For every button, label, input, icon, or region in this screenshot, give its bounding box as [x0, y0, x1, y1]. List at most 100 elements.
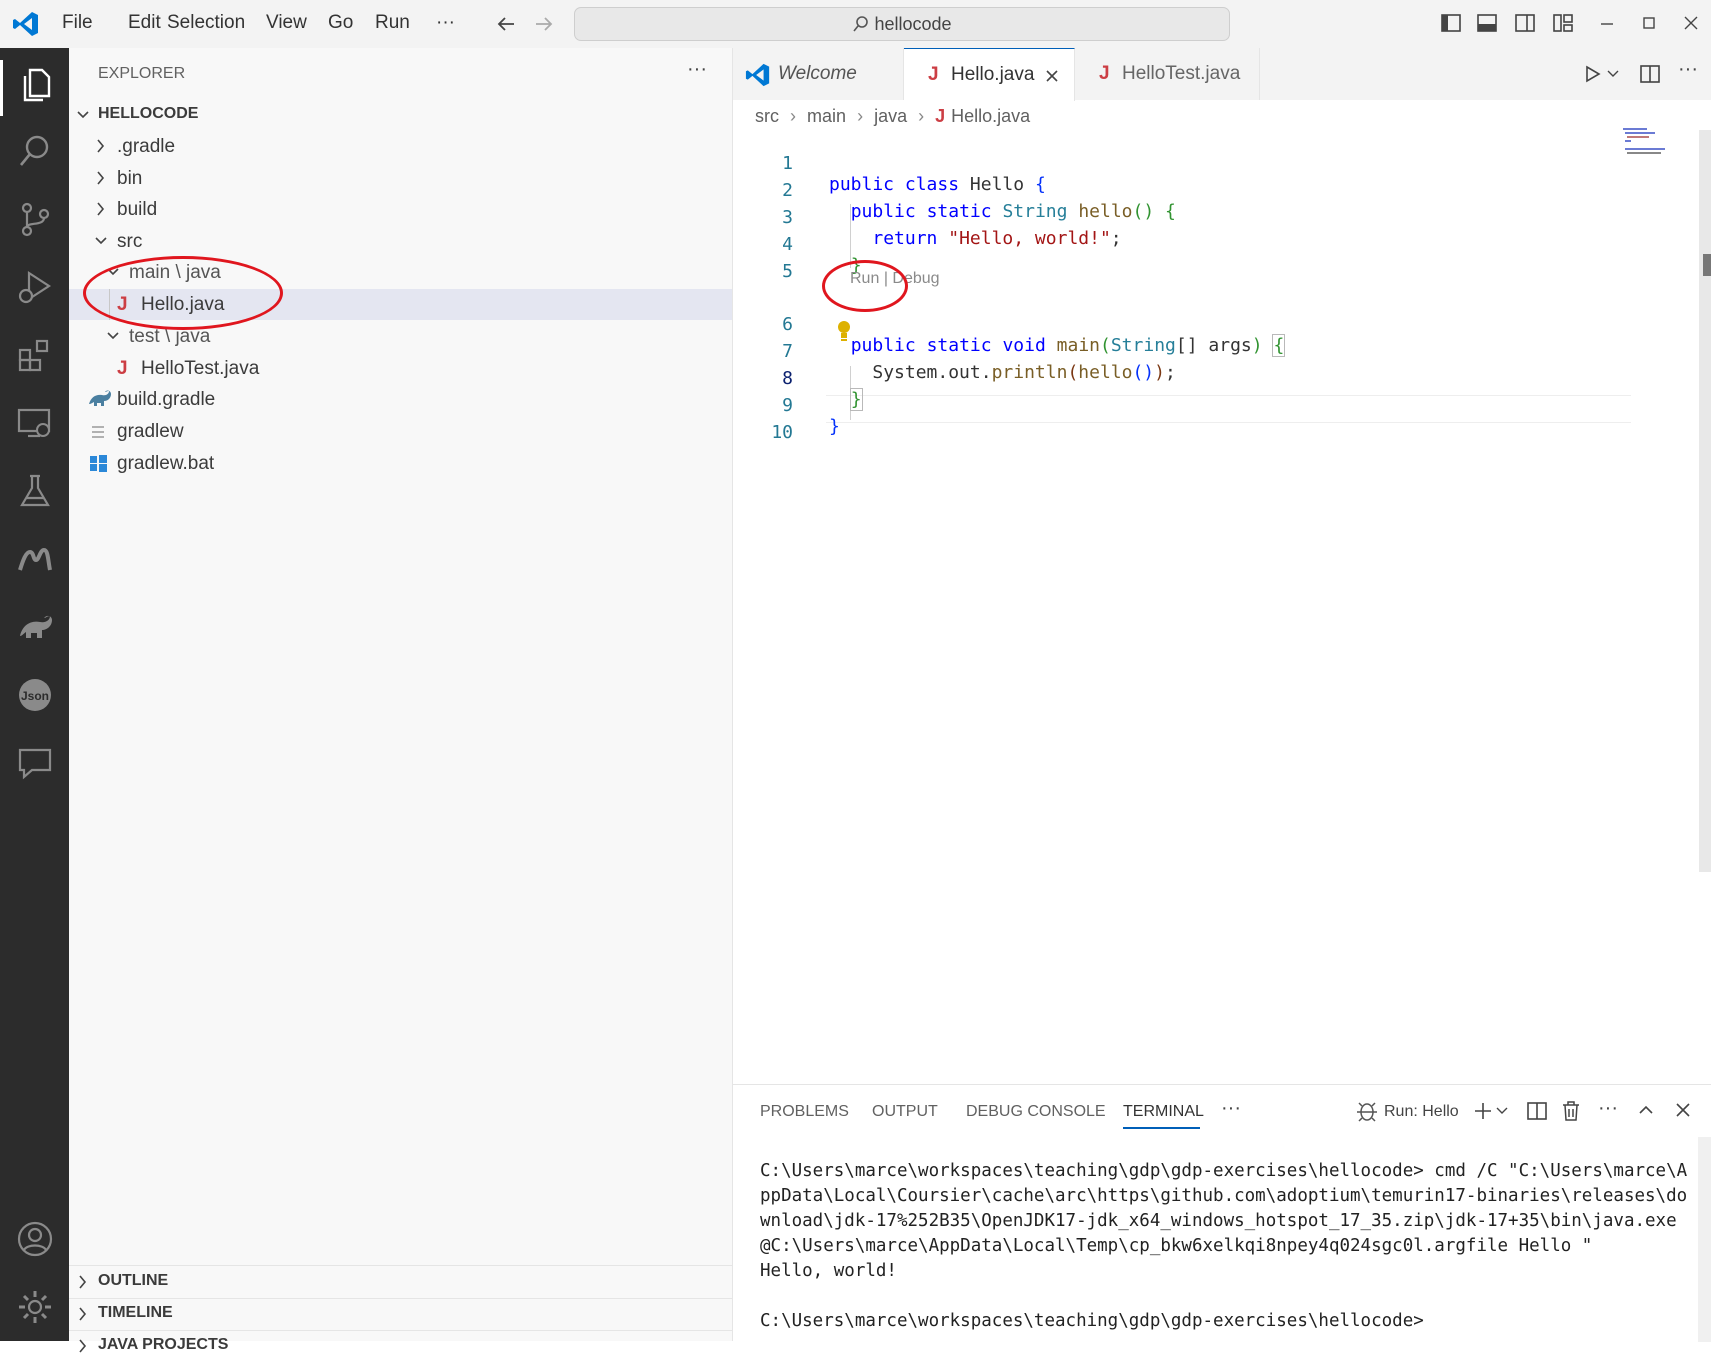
code-line[interactable]: 2 public static String hello() {	[733, 159, 1176, 222]
file-gradlew[interactable]: gradlew	[69, 416, 732, 447]
panel-tab-output[interactable]: OUTPUT	[872, 1103, 938, 1121]
code-line[interactable]: 9 }	[733, 374, 840, 437]
close-panel-icon[interactable]	[1675, 1102, 1691, 1118]
code-line[interactable]: 6 public static void main(String[] args)…	[733, 293, 1286, 357]
json-icon[interactable]: Json	[16, 676, 54, 714]
panel-tab-problems[interactable]: PROBLEMS	[760, 1103, 849, 1121]
folder-src[interactable]: src	[69, 226, 732, 257]
testing-icon[interactable]	[16, 472, 54, 510]
timeline-section-header[interactable]: TIMELINE	[69, 1299, 732, 1330]
title-bar: File Edit Selection View Go Run ··· hell…	[0, 0, 1711, 49]
account-icon[interactable]	[16, 1220, 54, 1258]
minimap[interactable]	[1623, 128, 1673, 154]
back-arrow-icon[interactable]	[494, 12, 518, 36]
metals-icon[interactable]	[16, 540, 54, 578]
trash-icon[interactable]	[1561, 1100, 1581, 1122]
menu-more[interactable]: ···	[436, 12, 455, 34]
panel-tab-debug-console[interactable]: DEBUG CONSOLE	[966, 1103, 1106, 1121]
terminal-run-label[interactable]: Run: Hello	[1384, 1103, 1459, 1121]
customize-layout-icon[interactable]	[1552, 12, 1574, 34]
forward-arrow-icon[interactable]	[532, 12, 556, 36]
explorer-more-button[interactable]: ···	[687, 58, 707, 81]
code-line[interactable]: 10	[733, 401, 793, 443]
tab-label: HelloTest.java	[1122, 63, 1241, 84]
code-line[interactable]: 7 System.out.println(hello());	[733, 320, 1176, 383]
menu-view[interactable]: View	[266, 12, 307, 34]
run-debug-icon[interactable]	[16, 268, 54, 306]
maximize-panel-icon[interactable]	[1637, 1102, 1655, 1118]
folder-root[interactable]: HELLOCODE	[69, 100, 732, 131]
file-build-gradle[interactable]: build.gradle	[69, 384, 732, 415]
search-icon[interactable]	[16, 132, 54, 170]
breadcrumb-main[interactable]: main	[807, 106, 846, 126]
chevron-down-icon[interactable]	[1606, 68, 1620, 80]
toggle-primary-sidebar-icon[interactable]	[1440, 12, 1462, 34]
command-center-search[interactable]: hellocode	[574, 7, 1230, 41]
code-line[interactable]: 8 }	[733, 347, 863, 411]
lightbulb-icon[interactable]	[836, 320, 852, 342]
gradle-icon[interactable]	[16, 608, 54, 646]
annotation-circle-run	[822, 260, 908, 312]
chevron-right-icon: ›	[918, 106, 925, 126]
menu-selection[interactable]: Selection	[167, 12, 245, 34]
breadcrumb-java[interactable]: java	[874, 106, 907, 126]
toggle-panel-icon[interactable]	[1476, 12, 1498, 34]
explorer-icon[interactable]	[16, 66, 54, 104]
chat-icon[interactable]	[16, 744, 54, 782]
folder-gradle[interactable]: .gradle	[69, 131, 732, 162]
add-terminal-icon[interactable]	[1473, 1101, 1493, 1121]
breadcrumb-file[interactable]: Hello.java	[951, 106, 1030, 126]
code-line[interactable]: 1 public class Hello {	[733, 132, 1046, 195]
close-window-icon[interactable]	[1680, 12, 1702, 34]
outline-section-header[interactable]: OUTLINE	[69, 1267, 732, 1298]
tab-hello-java[interactable]: J Hello.java	[904, 48, 1075, 101]
menu-run[interactable]: Run	[375, 12, 410, 34]
extensions-icon[interactable]	[16, 336, 54, 374]
panel-more-button[interactable]: ···	[1221, 1097, 1241, 1120]
folder-bin[interactable]: bin	[69, 163, 732, 194]
java-projects-section-header[interactable]: JAVA PROJECTS	[69, 1331, 732, 1362]
chevron-down-icon[interactable]	[1495, 1105, 1509, 1117]
toggle-secondary-sidebar-icon[interactable]	[1514, 12, 1536, 34]
menu-go[interactable]: Go	[328, 12, 353, 34]
maximize-icon[interactable]	[1638, 12, 1660, 34]
tab-label: Welcome	[778, 63, 857, 84]
panel-actions-more-button[interactable]: ···	[1598, 1097, 1618, 1120]
tab-hellotest-java[interactable]: J HelloTest.java	[1075, 48, 1260, 100]
file-gradlew-bat[interactable]: gradlew.bat	[69, 448, 732, 479]
text-file-icon	[92, 426, 104, 438]
minimize-icon[interactable]	[1596, 12, 1618, 34]
tree-item-label: bin	[117, 168, 143, 189]
editor-more-button[interactable]: ···	[1678, 58, 1698, 81]
tab-welcome[interactable]: Welcome	[733, 48, 904, 100]
remote-explorer-icon[interactable]	[16, 404, 54, 442]
terminal-scrollbar[interactable]	[1698, 1137, 1711, 1342]
split-editor-icon[interactable]	[1639, 63, 1661, 85]
chevron-right-icon	[97, 202, 105, 216]
editor-scrollbar[interactable]	[1699, 130, 1711, 872]
chevron-down-icon	[107, 332, 119, 340]
terminal-output[interactable]: C:\Users\marce\workspaces\teaching\gdp\g…	[760, 1159, 1690, 1334]
file-hellotest-java[interactable]: J HelloTest.java	[69, 353, 732, 384]
run-file-icon[interactable]	[1582, 64, 1602, 84]
folder-build[interactable]: build	[69, 194, 732, 225]
menu-edit[interactable]: Edit	[128, 12, 161, 34]
search-label: hellocode	[874, 14, 952, 34]
tree-item-label: gradlew.bat	[117, 453, 215, 474]
split-terminal-icon[interactable]	[1526, 1100, 1548, 1122]
explorer-title: EXPLORER	[98, 65, 186, 82]
chevron-down-icon	[77, 111, 89, 119]
source-control-icon[interactable]	[16, 200, 54, 238]
menu-file[interactable]: File	[62, 12, 93, 34]
java-file-icon: J	[117, 358, 128, 379]
explorer-sidebar: EXPLORER ··· HELLOCODE .gradle bin build…	[69, 48, 733, 1353]
panel-tab-terminal[interactable]: TERMINAL	[1123, 1103, 1204, 1121]
settings-icon[interactable]	[16, 1288, 54, 1326]
code-line[interactable]: 3 return "Hello, world!";	[733, 186, 1121, 249]
close-tab-icon[interactable]	[1044, 68, 1060, 84]
chevron-right-icon	[79, 1339, 87, 1353]
tree-item-label: src	[117, 231, 143, 252]
code-line[interactable]: 4 }	[733, 213, 861, 276]
breadcrumb-src[interactable]: src	[755, 106, 779, 126]
code-line[interactable]: 5	[733, 240, 793, 282]
